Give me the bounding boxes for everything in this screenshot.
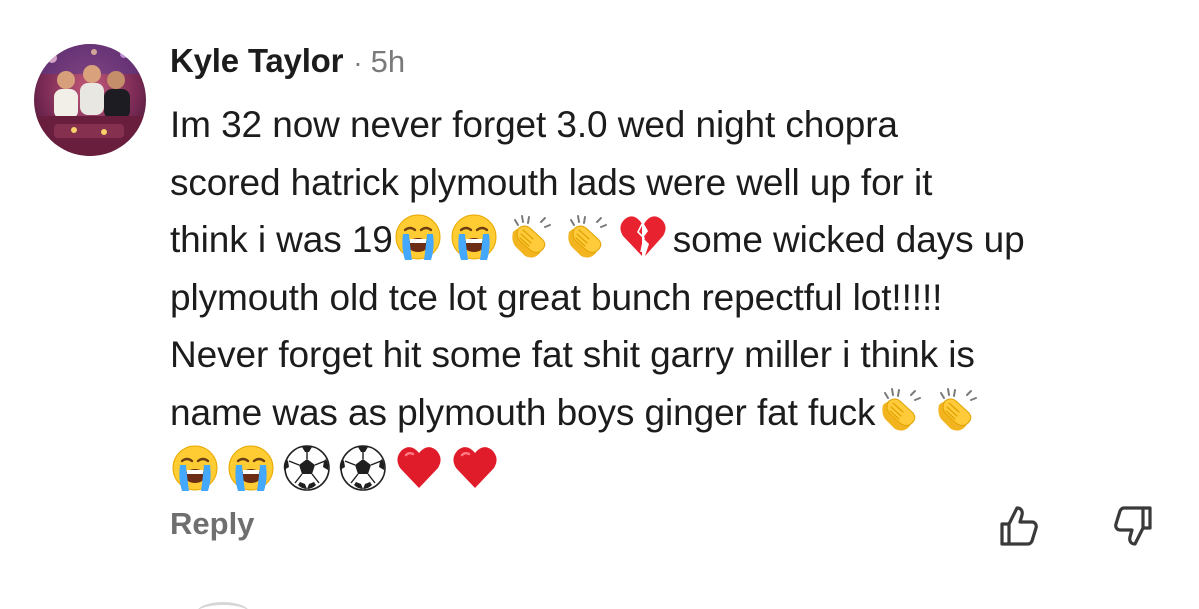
comment-text-segment: name was as plymouth boys ginger fat fuc… [170, 391, 876, 433]
clapping-hands-emoji [875, 385, 925, 435]
clapping-hands-emoji [505, 212, 555, 262]
avatar[interactable] [34, 44, 146, 156]
separator-dot: · [353, 47, 363, 78]
comment-line: Im 32 now never forget 3.0 wed night cho… [170, 96, 1160, 154]
crying-face-emoji [170, 443, 220, 493]
clapping-hands-emoji [931, 385, 981, 435]
comment-text-segment: scored hatrick plymouth lads were well u… [170, 161, 933, 203]
comment-header: Kyle Taylor · 5h [170, 42, 1160, 90]
comment-text-segment: Never forget hit some fat shit garry mil… [170, 334, 975, 376]
comment-text: Im 32 now never forget 3.0 wed night cho… [170, 96, 1160, 499]
crying-face-emoji [226, 443, 276, 493]
comment-line [170, 442, 1160, 500]
comment-body: Kyle Taylor · 5h Im 32 now never forget … [170, 42, 1160, 499]
soccer-ball-emoji [338, 443, 388, 493]
comment-line: plymouth old tce lot great bunch repectf… [170, 269, 1160, 327]
thumbs-up-icon[interactable] [992, 500, 1044, 552]
comment-text-segment: some wicked days up [672, 219, 1025, 261]
thumbs-down-icon[interactable] [1108, 500, 1160, 552]
comment-line: scored hatrick plymouth lads were well u… [170, 154, 1160, 212]
clapping-hands-emoji [561, 212, 611, 262]
reply-button[interactable]: Reply [170, 506, 254, 542]
red-heart-emoji [450, 443, 500, 493]
red-heart-emoji [394, 443, 444, 493]
timestamp: 5h [370, 44, 406, 79]
comment-line: Never forget hit some fat shit garry mil… [170, 326, 1160, 384]
soccer-ball-emoji [282, 443, 332, 493]
next-comment-avatar-edge [196, 602, 250, 609]
comment-line: name was as plymouth boys ginger fat fuc… [170, 384, 1160, 442]
comment-line: think i was 19 some wicked days up [170, 211, 1160, 269]
comment-text-segment: think i was 19 [170, 219, 393, 261]
comment-text-segment: Im 32 now never forget 3.0 wed night cho… [170, 104, 898, 145]
broken-heart-emoji [617, 212, 667, 262]
comment: Kyle Taylor · 5h Im 32 now never forget … [0, 0, 1199, 609]
crying-face-emoji [393, 212, 443, 262]
author-name[interactable]: Kyle Taylor [170, 42, 343, 80]
comment-text-segment: plymouth old tce lot great bunch repectf… [170, 276, 943, 318]
crying-face-emoji [449, 212, 499, 262]
